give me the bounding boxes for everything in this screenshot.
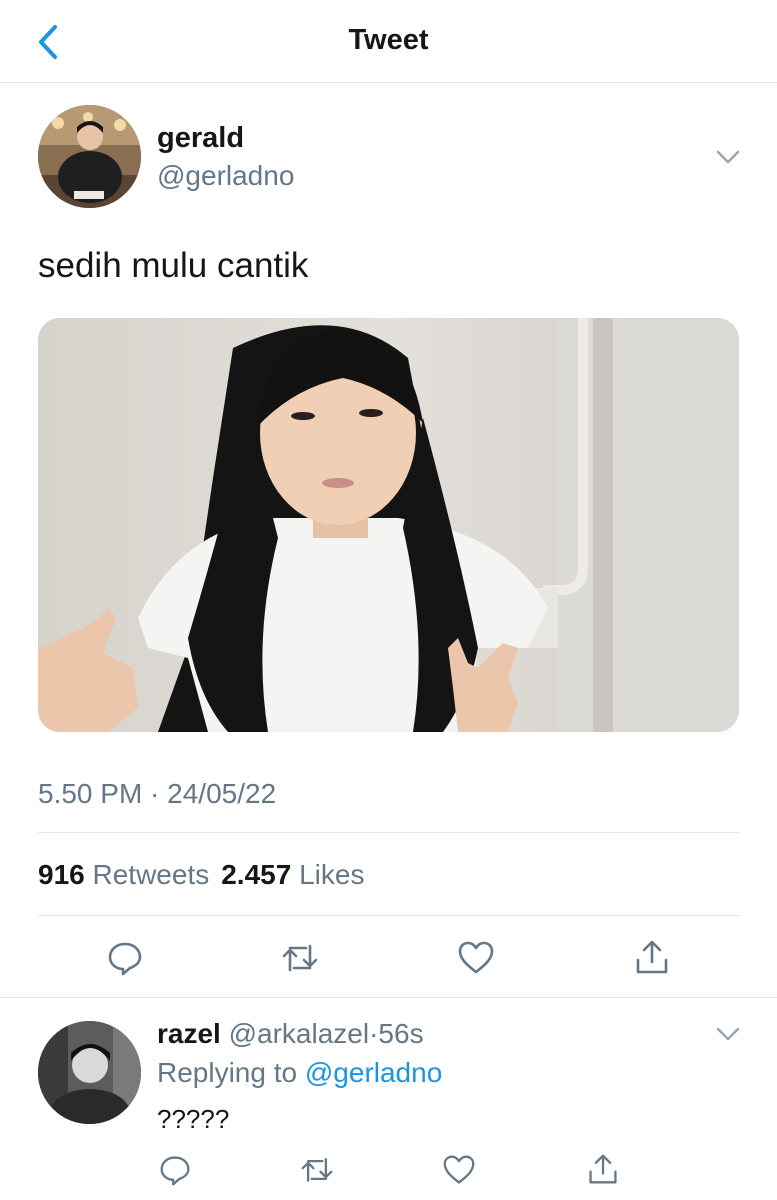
author-handle[interactable]: @gerladno <box>157 160 294 192</box>
divider <box>38 832 740 833</box>
chevron-down-icon <box>716 1027 740 1041</box>
divider <box>38 915 740 916</box>
heart-icon <box>458 941 494 974</box>
share-upload-icon <box>636 940 668 974</box>
retweet-arrows-icon <box>282 944 318 972</box>
reply-time[interactable]: 56s <box>378 1018 423 1049</box>
reply-text: ????? <box>157 1104 230 1134</box>
replying-to-line: Replying to @gerladno <box>157 1057 442 1089</box>
more-options-button[interactable] <box>711 140 745 174</box>
replying-prefix: Replying to <box>157 1057 298 1088</box>
reply-reply-button[interactable] <box>155 1150 195 1190</box>
speech-bubble-icon <box>108 942 142 976</box>
speech-bubble-icon <box>160 1156 190 1186</box>
reply-share-button[interactable] <box>583 1149 623 1189</box>
chevron-down-icon <box>716 150 740 164</box>
engagement-stats: 916 Retweets 2.457 Likes <box>38 859 364 891</box>
retweets-label: Retweets <box>92 859 210 890</box>
retweet-button[interactable] <box>278 936 322 980</box>
replying-to-link[interactable]: @gerladno <box>305 1057 442 1088</box>
retweet-arrows-icon <box>301 1158 333 1182</box>
avatar-photo <box>38 1021 141 1124</box>
likes-stat[interactable]: 2.457 Likes <box>221 859 364 890</box>
reply-author-name[interactable]: razel <box>157 1018 221 1049</box>
retweet-stat[interactable]: 916 Retweets <box>38 859 209 890</box>
reply-button[interactable] <box>103 936 147 980</box>
share-upload-icon <box>589 1154 617 1184</box>
reply-retweet-button[interactable] <box>297 1150 337 1190</box>
heart-icon <box>443 1155 475 1184</box>
reply-header: razel @arkalazel·56s <box>157 1018 424 1050</box>
tweet-text: sedih mulu cantik <box>38 246 309 285</box>
reply-more-options-button[interactable] <box>711 1017 745 1051</box>
author-name[interactable]: gerald <box>157 122 244 155</box>
reply-author-avatar[interactable] <box>38 1021 141 1124</box>
divider <box>0 997 777 998</box>
like-button[interactable] <box>454 936 498 980</box>
reply-like-button[interactable] <box>439 1150 479 1190</box>
photo-image <box>38 318 739 732</box>
retweets-count: 916 <box>38 859 85 890</box>
page-title: Tweet <box>348 24 429 56</box>
likes-label: Likes <box>299 859 365 890</box>
avatar-photo <box>38 105 141 208</box>
tweet-photo[interactable] <box>38 318 739 732</box>
likes-count: 2.457 <box>221 859 292 890</box>
top-navigation-bar: Tweet <box>0 0 777 83</box>
share-button[interactable] <box>630 935 674 979</box>
author-avatar[interactable] <box>38 105 141 208</box>
tweet-timestamp[interactable]: 5.50 PM · 24/05/22 <box>38 778 276 810</box>
reply-author-handle[interactable]: @arkalazel <box>229 1018 369 1049</box>
